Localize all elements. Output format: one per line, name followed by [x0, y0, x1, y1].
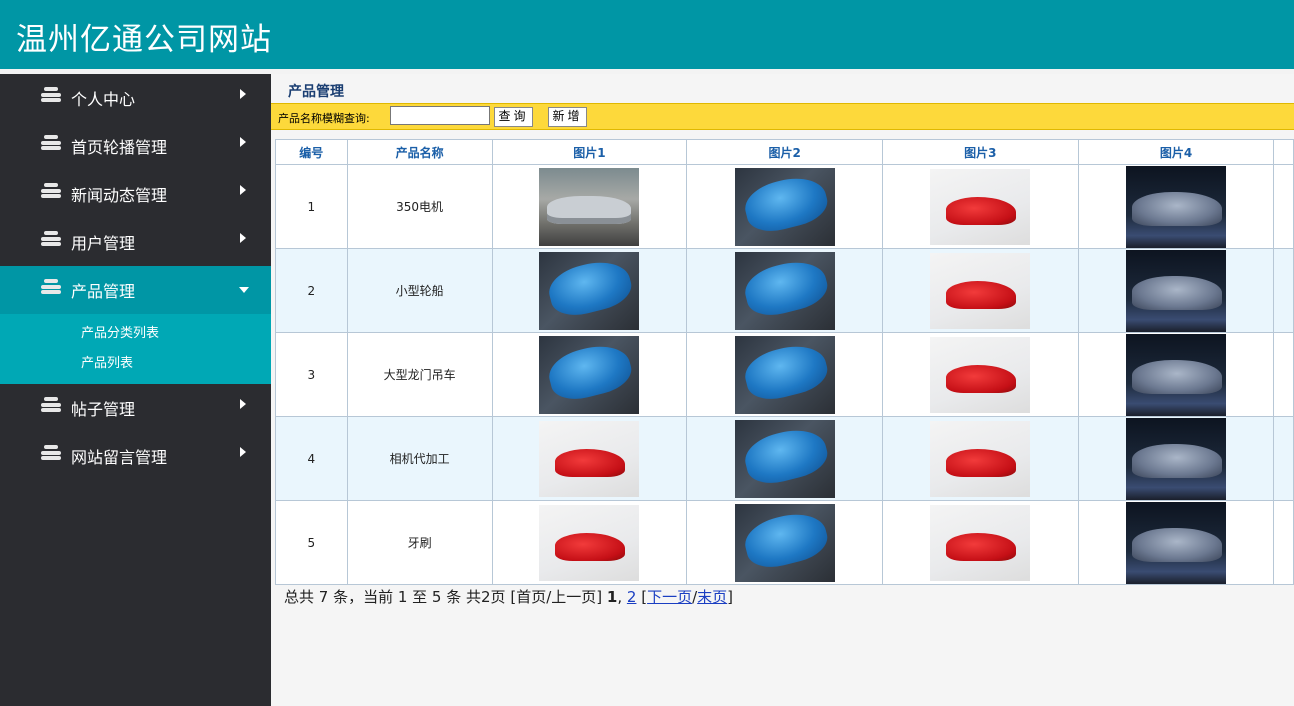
- column-header-image1: 图片1: [491, 139, 688, 165]
- cell-id: 4: [275, 416, 348, 501]
- red-car-image[interactable]: [930, 252, 1031, 329]
- column-header-image2: 图片2: [686, 139, 884, 165]
- pager-first-prev: [首页/上一页]: [510, 588, 603, 606]
- column-header-name: 产品名称: [346, 139, 493, 165]
- stack-icon: [41, 87, 61, 103]
- cell-id: 2: [275, 248, 348, 333]
- column-header-image3: 图片3: [882, 139, 1079, 165]
- blue-car-image[interactable]: [734, 335, 835, 414]
- cell-name: 牙刷: [346, 500, 493, 585]
- chevron-right-icon: [240, 185, 246, 195]
- chevron-right-icon: [240, 89, 246, 99]
- red-car-image[interactable]: [930, 504, 1031, 581]
- column-header-image4: 图片4: [1077, 139, 1275, 165]
- stack-icon: [41, 135, 61, 151]
- pager-separator: ,: [617, 588, 623, 606]
- pager-summary: 总共 7 条，当前 1 至 5 条 共2页: [284, 588, 506, 606]
- product-table-wrapper: 编号 产品名称 图片1 图片2 图片3 图片4 1 350电机 2 小型轮船 3…: [275, 139, 1294, 585]
- sidebar-item-profile[interactable]: 个人中心: [0, 74, 271, 122]
- submenu-item-product-list[interactable]: 产品列表: [0, 354, 271, 384]
- gray-car-image[interactable]: [1126, 249, 1227, 332]
- site-title: 温州亿通公司网站: [16, 22, 272, 58]
- chevron-right-icon: [240, 233, 246, 243]
- gray-car-image[interactable]: [1126, 165, 1227, 248]
- blue-car-image[interactable]: [734, 167, 835, 246]
- cell-id: 3: [275, 332, 348, 417]
- products-submenu: 产品分类列表 产品列表: [0, 314, 271, 384]
- blue-car-image[interactable]: [539, 335, 640, 414]
- chevron-down-icon: [239, 287, 249, 293]
- cell-id: 5: [275, 500, 348, 585]
- red-car-image[interactable]: [539, 504, 640, 581]
- site-header: 温州亿通公司网站: [0, 0, 1294, 69]
- sidebar-item-label: 首页轮播管理: [71, 138, 168, 157]
- column-header-overflow: [1273, 139, 1294, 165]
- column-header-id: 编号: [275, 139, 348, 165]
- silver-car-image[interactable]: [539, 167, 640, 246]
- search-bar: 产品名称模糊查询: 查询 新增: [271, 103, 1294, 130]
- stack-icon: [41, 397, 61, 413]
- sidebar-item-label: 新闻动态管理: [71, 186, 168, 205]
- sidebar-item-products[interactable]: 产品管理: [0, 266, 271, 314]
- cell-name: 350电机: [346, 164, 493, 249]
- pager-page-2-link[interactable]: 2: [627, 588, 637, 606]
- chevron-right-icon: [240, 447, 246, 457]
- product-name-search-input[interactable]: [390, 106, 490, 125]
- table-row: 1 350电机: [275, 164, 1294, 249]
- table-row: 2 小型轮船: [275, 248, 1294, 333]
- sidebar-item-news[interactable]: 新闻动态管理: [0, 170, 271, 218]
- gray-car-image[interactable]: [1126, 333, 1227, 416]
- stack-icon: [41, 279, 61, 295]
- red-car-image[interactable]: [930, 420, 1031, 497]
- blue-car-image[interactable]: [734, 503, 835, 582]
- sidebar-item-label: 用户管理: [71, 234, 136, 253]
- sidebar: 个人中心 首页轮播管理 新闻动态管理 用户管理 产品管理 产品分类列表 产品列表…: [0, 74, 271, 706]
- blue-car-image[interactable]: [734, 251, 835, 330]
- sidebar-item-label: 产品管理: [71, 282, 136, 301]
- page-title: 产品管理: [288, 84, 344, 100]
- stack-icon: [41, 231, 61, 247]
- cell-name: 相机代加工: [346, 416, 493, 501]
- main-content: 产品管理 产品名称模糊查询: 查询 新增 编号 产品名称 图片1 图片2 图片3…: [271, 74, 1294, 706]
- query-button[interactable]: 查询: [494, 107, 533, 127]
- stack-icon: [41, 445, 61, 461]
- table-row: 5 牙刷: [275, 500, 1294, 585]
- chevron-right-icon: [240, 399, 246, 409]
- cell-name: 大型龙门吊车: [346, 332, 493, 417]
- sidebar-item-label: 网站留言管理: [71, 448, 168, 467]
- blue-car-image[interactable]: [539, 251, 640, 330]
- pager-next-link[interactable]: 下一页: [647, 588, 692, 606]
- pager-current-page: 1: [606, 588, 618, 606]
- gray-car-image[interactable]: [1126, 501, 1227, 584]
- red-car-image[interactable]: [539, 420, 640, 497]
- table-row: 4 相机代加工: [275, 416, 1294, 501]
- blue-car-image[interactable]: [734, 419, 835, 498]
- red-car-image[interactable]: [930, 336, 1031, 413]
- table-row: 3 大型龙门吊车: [275, 332, 1294, 417]
- cell-name: 小型轮船: [346, 248, 493, 333]
- submenu-item-product-categories[interactable]: 产品分类列表: [0, 324, 271, 354]
- sidebar-item-messages[interactable]: 网站留言管理: [0, 432, 271, 480]
- table-header-row: 编号 产品名称 图片1 图片2 图片3 图片4: [275, 139, 1294, 165]
- stack-icon: [41, 183, 61, 199]
- pagination: 总共 7 条，当前 1 至 5 条 共2页 [首页/上一页] 1, 2 [下一页…: [284, 586, 733, 607]
- sidebar-item-label: 帖子管理: [71, 400, 136, 419]
- chevron-right-icon: [240, 137, 246, 147]
- sidebar-item-label: 个人中心: [71, 90, 136, 109]
- pager-last-link[interactable]: 末页: [697, 588, 727, 606]
- sidebar-item-carousel[interactable]: 首页轮播管理: [0, 122, 271, 170]
- search-label: 产品名称模糊查询:: [278, 112, 370, 125]
- sidebar-item-users[interactable]: 用户管理: [0, 218, 271, 266]
- gray-car-image[interactable]: [1126, 417, 1227, 500]
- product-table: 编号 产品名称 图片1 图片2 图片3 图片4 1 350电机 2 小型轮船 3…: [275, 139, 1294, 585]
- cell-id: 1: [275, 164, 348, 249]
- red-car-image[interactable]: [930, 168, 1031, 245]
- sidebar-item-posts[interactable]: 帖子管理: [0, 384, 271, 432]
- add-button[interactable]: 新增: [548, 107, 587, 127]
- pager-bracket-close: ]: [727, 588, 734, 606]
